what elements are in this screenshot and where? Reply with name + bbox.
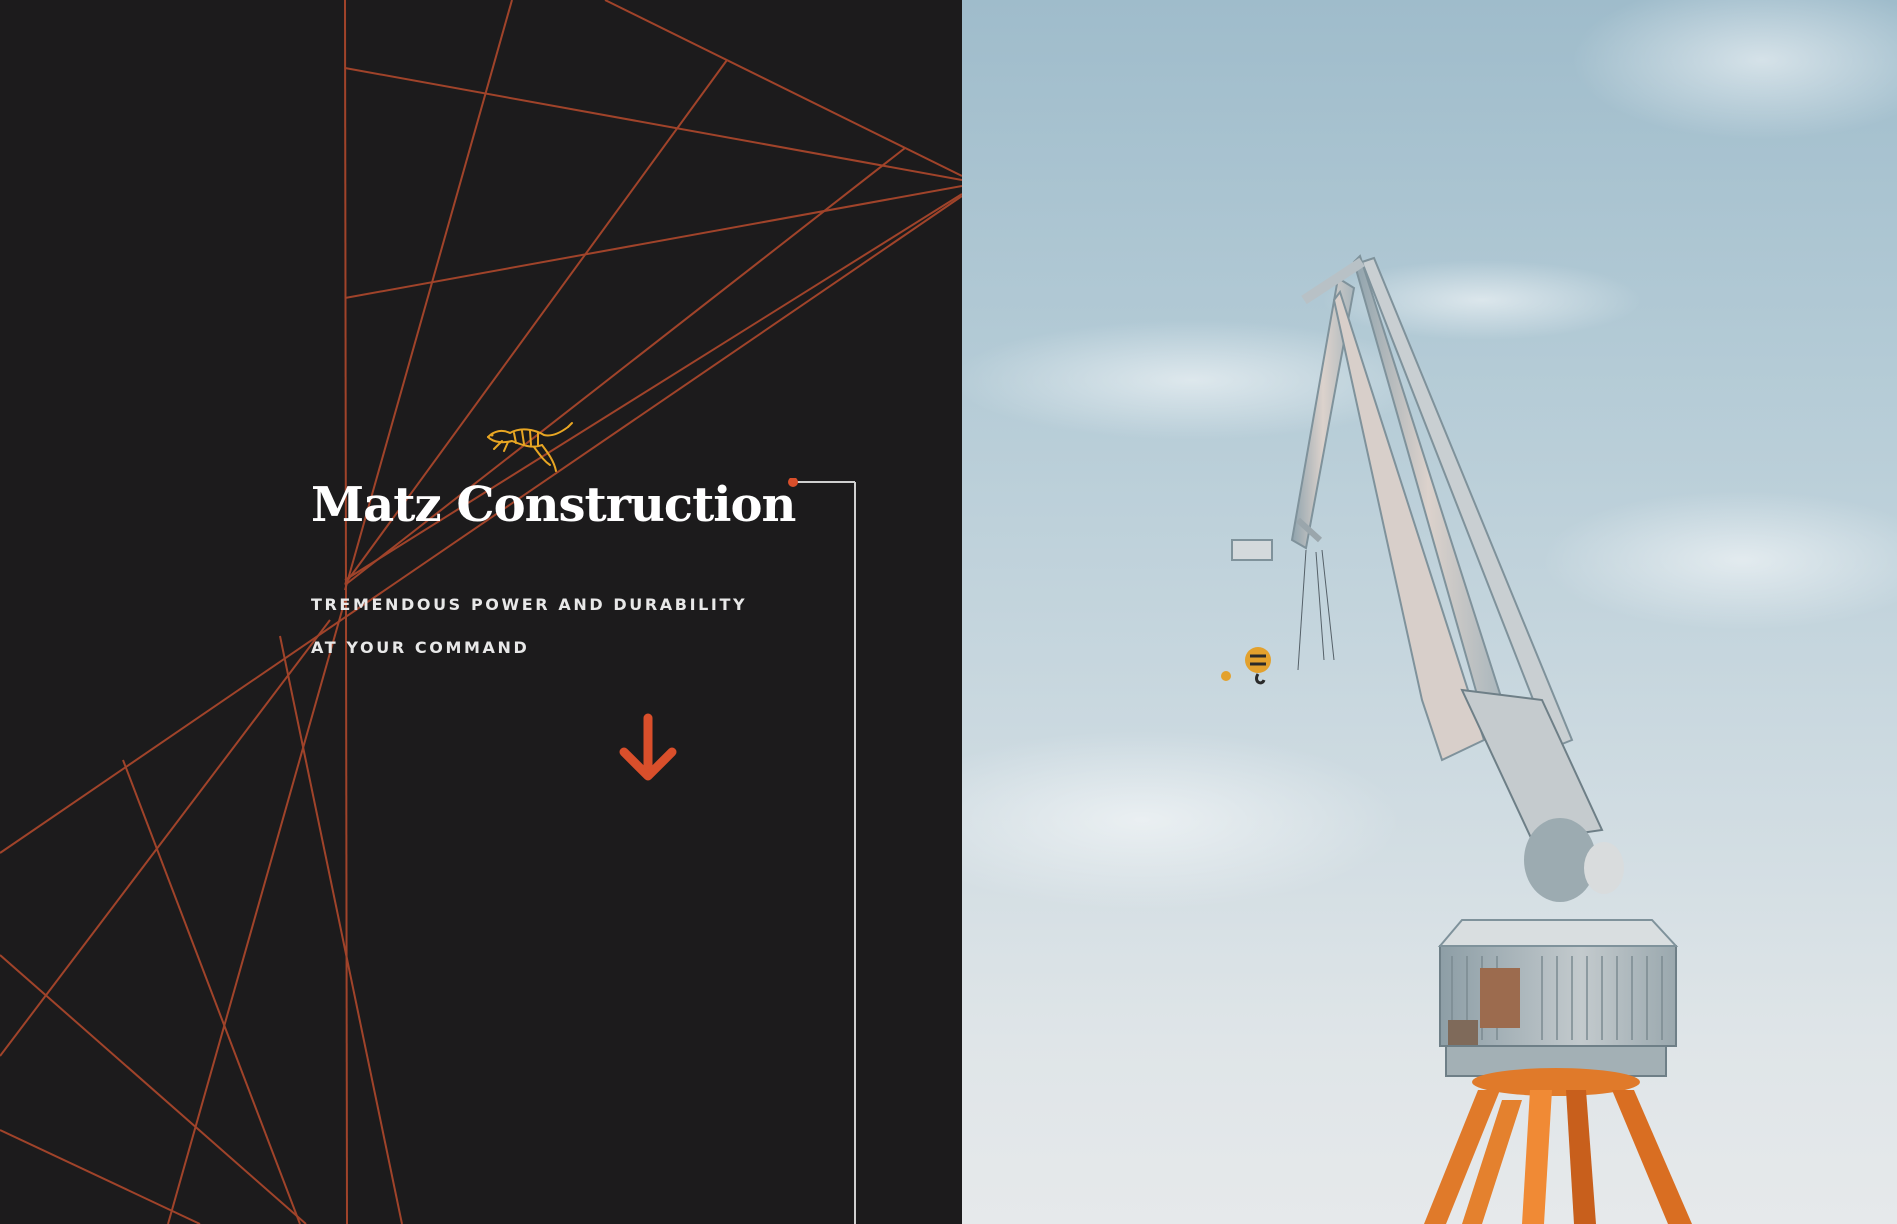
harbor-crane-image <box>962 0 1897 1224</box>
hero-tagline: TREMENDOUS POWER AND DURABILITY AT YOUR … <box>311 583 747 669</box>
scroll-down-arrow-icon[interactable] <box>616 712 680 786</box>
company-name-heading: Matz Construction <box>311 477 796 533</box>
decorative-bracket-line <box>788 478 856 1224</box>
tagline-line-1: TREMENDOUS POWER AND DURABILITY <box>311 595 748 614</box>
leaping-tiger-icon <box>487 422 573 472</box>
hero-left-panel: Matz Construction TREMENDOUS POWER AND D… <box>0 0 962 1224</box>
tagline-line-2: AT YOUR COMMAND <box>311 638 530 657</box>
hero-photo-panel <box>962 0 1897 1224</box>
hero-page: Matz Construction TREMENDOUS POWER AND D… <box>0 0 1897 1224</box>
